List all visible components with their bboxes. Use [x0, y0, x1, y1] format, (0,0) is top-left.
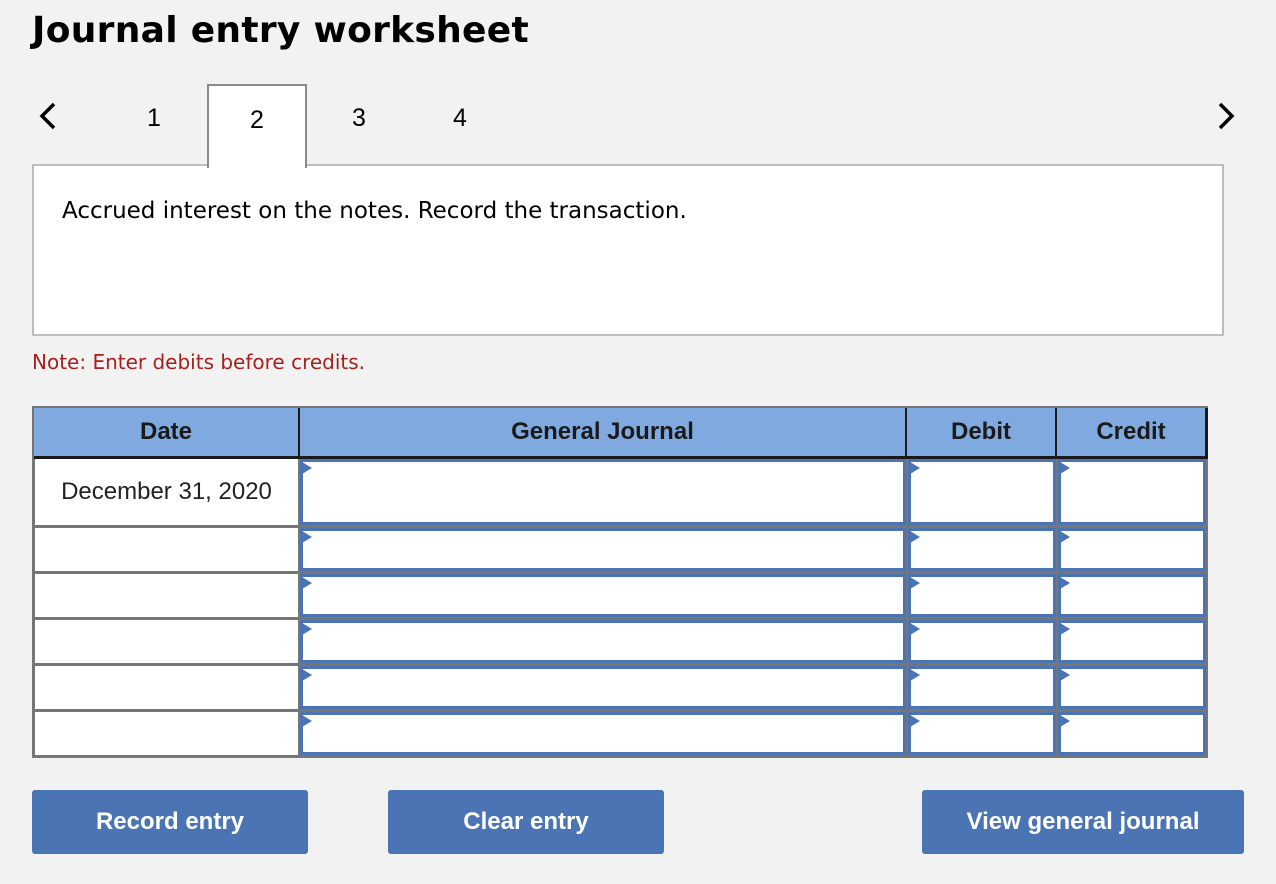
account-input[interactable] [300, 574, 906, 617]
account-input[interactable] [300, 620, 906, 663]
prompt-panel: Accrued interest on the notes. Record th… [32, 164, 1224, 336]
dropdown-flag-icon [1060, 577, 1070, 589]
tab-1[interactable]: 1 [104, 84, 204, 164]
tab-4[interactable]: 4 [410, 84, 510, 164]
dropdown-flag-icon [1060, 531, 1070, 543]
dropdown-flag-icon [302, 577, 312, 589]
column-header-date: Date [34, 408, 298, 456]
dropdown-flag-icon [302, 715, 312, 727]
note-text: Note: Enter debits before credits. [32, 350, 366, 374]
date-cell [35, 574, 298, 617]
debit-input[interactable] [908, 666, 1056, 709]
account-input[interactable] [300, 666, 906, 709]
column-header-credit: Credit [1057, 408, 1205, 456]
dropdown-flag-icon [1060, 462, 1070, 474]
column-header-debit: Debit [907, 408, 1055, 456]
dropdown-flag-icon [1060, 669, 1070, 681]
prompt-text: Accrued interest on the notes. Record th… [62, 198, 687, 224]
date-cell [35, 712, 298, 755]
credit-input[interactable] [1058, 459, 1206, 525]
date-cell [35, 620, 298, 663]
debit-input[interactable] [908, 574, 1056, 617]
header-divider [1055, 408, 1057, 456]
view-general-journal-button[interactable]: View general journal [922, 790, 1244, 854]
debit-input[interactable] [908, 712, 1056, 755]
credit-input[interactable] [1058, 574, 1206, 617]
dropdown-flag-icon [910, 531, 920, 543]
previous-button[interactable] [34, 96, 64, 136]
dropdown-flag-icon [302, 669, 312, 681]
credit-input[interactable] [1058, 712, 1206, 755]
record-entry-button[interactable]: Record entry [32, 790, 308, 854]
dropdown-flag-icon [910, 577, 920, 589]
dropdown-flag-icon [910, 715, 920, 727]
column-header-general-journal: General Journal [300, 408, 905, 456]
credit-input[interactable] [1058, 528, 1206, 571]
chevron-left-icon [39, 102, 56, 130]
dropdown-flag-icon [910, 462, 920, 474]
credit-input[interactable] [1058, 666, 1206, 709]
header-divider [1205, 408, 1208, 456]
journal-table: Date General Journal Debit Credit Decemb… [32, 406, 1208, 758]
header-divider [905, 408, 907, 456]
dropdown-flag-icon [910, 623, 920, 635]
clear-entry-button[interactable]: Clear entry [388, 790, 664, 854]
account-input[interactable] [300, 459, 906, 525]
tab-2[interactable]: 2 [207, 84, 307, 168]
tab-3[interactable]: 3 [309, 84, 409, 164]
next-button[interactable] [1210, 96, 1240, 136]
dropdown-flag-icon [1060, 623, 1070, 635]
page-title: Journal entry worksheet [32, 10, 529, 51]
dropdown-flag-icon [302, 623, 312, 635]
dropdown-flag-icon [302, 531, 312, 543]
debit-input[interactable] [908, 528, 1056, 571]
date-cell [35, 666, 298, 709]
date-cell [35, 528, 298, 571]
debit-input[interactable] [908, 459, 1056, 525]
account-input[interactable] [300, 528, 906, 571]
chevron-right-icon [1218, 102, 1235, 130]
account-input[interactable] [300, 712, 906, 755]
credit-input[interactable] [1058, 620, 1206, 663]
dropdown-flag-icon [302, 462, 312, 474]
header-divider [298, 408, 300, 456]
debit-input[interactable] [908, 620, 1056, 663]
dropdown-flag-icon [1060, 715, 1070, 727]
date-cell: December 31, 2020 [35, 459, 298, 525]
dropdown-flag-icon [910, 669, 920, 681]
